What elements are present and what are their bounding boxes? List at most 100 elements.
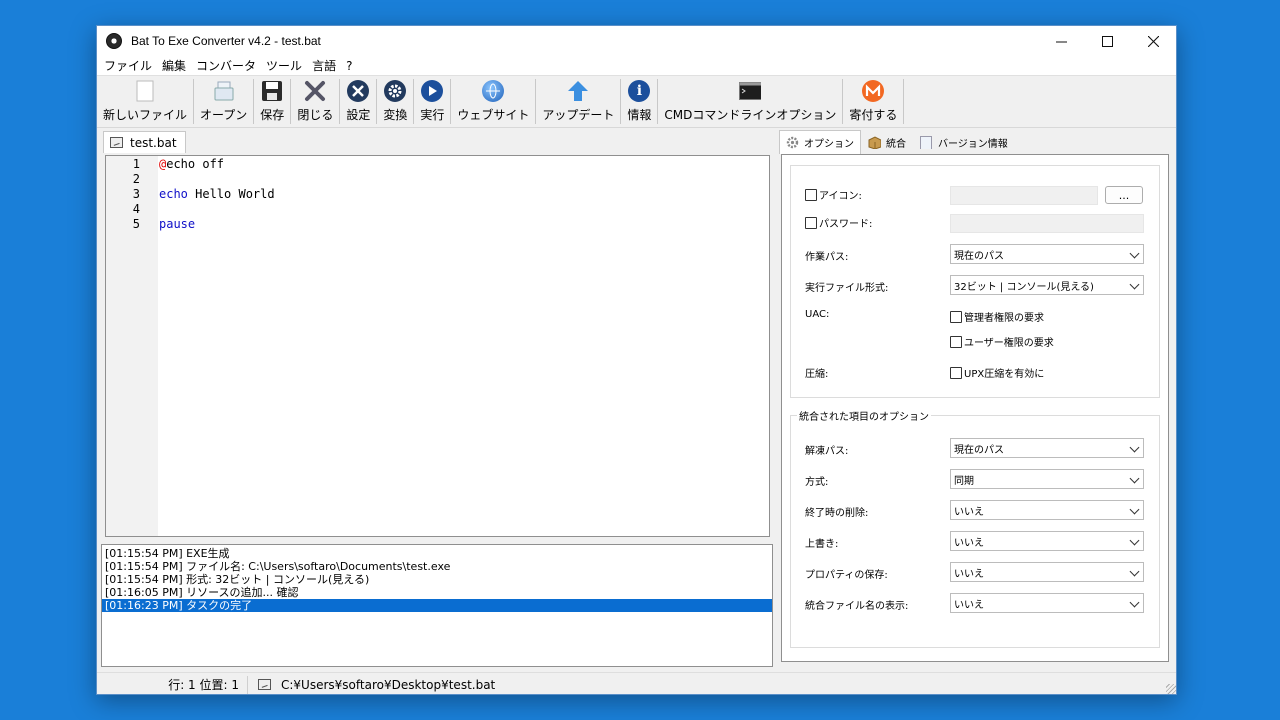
password-option[interactable]: パスワード: (805, 215, 872, 230)
delete-on-exit-label: 終了時の削除: (805, 508, 869, 519)
code-line[interactable]: pause (159, 217, 769, 232)
uac-user-label: ユーザー権限の要求 (964, 338, 1054, 349)
update-button[interactable]: アップデート (538, 76, 618, 127)
log-entry[interactable]: [01:15:54 PM] 形式: 32ビット | コンソール(見える) (102, 573, 772, 586)
toolbar-separator (620, 79, 622, 124)
minimize-button[interactable] (1038, 26, 1084, 56)
info-label: 情報 (627, 108, 652, 122)
monero-icon (862, 80, 885, 102)
chevron-down-icon (1129, 535, 1140, 546)
upx-checkbox[interactable] (950, 366, 962, 379)
tab-version-info[interactable]: バージョン情報 (913, 130, 1015, 154)
uac-admin-option[interactable]: 管理者権限の要求 (950, 309, 1044, 324)
overwrite-value: いいえ (954, 537, 984, 549)
code-area[interactable]: @echo off echo Hello World pause (158, 156, 769, 536)
terminal-icon (739, 80, 762, 102)
extract-path-label: 解凍パス: (805, 446, 849, 457)
menu-language[interactable]: 言語 (308, 57, 340, 74)
play-icon (421, 80, 444, 102)
status-separator (247, 675, 248, 694)
compress-label: 圧縮: (805, 369, 829, 380)
toolbar-separator (413, 79, 415, 124)
uac-admin-checkbox[interactable] (950, 310, 962, 323)
code-token: echo (159, 187, 188, 201)
convert-label: 変換 (383, 108, 408, 122)
save-button[interactable]: 保存 (256, 76, 288, 127)
log-entry[interactable]: [01:15:54 PM] ファイル名: C:\Users\softaro\Do… (102, 560, 772, 573)
tab-embed[interactable]: 統合 (861, 130, 913, 154)
tab-options-label: オプション (804, 139, 854, 150)
info-button[interactable]: i 情報 (623, 76, 655, 127)
exe-format-select[interactable]: 32ビット | コンソール(見える) (950, 275, 1144, 295)
menu-help[interactable]: ? (342, 59, 356, 73)
show-embedded-names-select[interactable]: いいえ (950, 593, 1144, 613)
output-log[interactable]: [01:15:54 PM] EXE生成 [01:15:54 PM] ファイル名: … (101, 544, 773, 667)
toolbar-separator (903, 79, 905, 124)
menu-edit[interactable]: 編集 (158, 57, 190, 74)
save-properties-select[interactable]: いいえ (950, 562, 1144, 582)
chevron-down-icon (1129, 248, 1140, 259)
close-file-button[interactable]: 閉じる (293, 76, 337, 127)
donate-button[interactable]: 寄付する (845, 76, 901, 127)
editor-tab-test-bat[interactable]: test.bat (103, 131, 186, 153)
upx-option[interactable]: UPX圧縮を有効に (950, 365, 1044, 380)
delete-on-exit-value: いいえ (954, 506, 984, 518)
status-bar: 行: 1 位置: 1 C:¥Users¥softaro¥Desktop¥test… (97, 672, 1176, 694)
delete-on-exit-select[interactable]: いいえ (950, 500, 1144, 520)
method-value: 同期 (954, 475, 974, 487)
update-label: アップデート (542, 108, 615, 122)
folder-icon (213, 80, 235, 102)
uac-user-option[interactable]: ユーザー権限の要求 (950, 334, 1054, 349)
tab-options[interactable]: オプション (779, 130, 861, 154)
line-number: 2 (132, 172, 140, 186)
website-button[interactable]: ウェブサイト (453, 76, 533, 127)
code-token: Hello World (187, 187, 275, 201)
maximize-button[interactable] (1084, 26, 1130, 56)
open-label: オープン (200, 108, 248, 122)
password-checkbox[interactable] (805, 216, 817, 229)
new-file-button[interactable]: 新しいファイル (99, 76, 191, 127)
status-file-path: C:¥Users¥softaro¥Desktop¥test.bat (254, 678, 495, 692)
menu-file[interactable]: ファイル (100, 57, 156, 74)
log-entry[interactable]: [01:16:23 PM] タスクの完了 (102, 599, 772, 612)
exe-format-value: 32ビット | コンソール(見える) (954, 281, 1094, 293)
uac-user-checkbox[interactable] (950, 335, 962, 348)
website-label: ウェブサイト (457, 108, 530, 122)
window-title: Bat To Exe Converter v4.2 - test.bat (131, 34, 321, 48)
editor-tab-label: test.bat (130, 135, 177, 150)
toolbar-separator (339, 79, 341, 124)
method-select[interactable]: 同期 (950, 469, 1144, 489)
close-window-button[interactable] (1130, 26, 1176, 56)
workdir-select[interactable]: 現在のパス (950, 244, 1144, 264)
convert-button[interactable]: 変換 (379, 76, 411, 127)
gear-icon (384, 80, 407, 102)
globe-icon (482, 80, 505, 102)
new-file-label: 新しいファイル (103, 108, 188, 122)
icon-option[interactable]: アイコン: (805, 187, 862, 202)
open-button[interactable]: オープン (196, 76, 251, 127)
icon-browse-button[interactable]: ... (1105, 186, 1143, 204)
resize-grip[interactable] (1166, 684, 1176, 694)
log-entry[interactable]: [01:16:05 PM] リソースの追加... 確認 (102, 586, 772, 599)
code-line[interactable]: echo Hello World (159, 187, 769, 202)
code-line[interactable]: @echo off (159, 157, 769, 172)
icon-checkbox[interactable] (805, 188, 817, 201)
save-label: 保存 (260, 108, 285, 122)
run-button[interactable]: 実行 (416, 76, 448, 127)
code-editor[interactable]: 12345 @echo off echo Hello World pause (105, 155, 770, 537)
code-line[interactable] (159, 172, 769, 187)
x-icon (304, 80, 326, 102)
cmd-options-button[interactable]: CMDコマンドラインオプション (660, 76, 840, 127)
log-entry[interactable]: [01:15:54 PM] EXE生成 (102, 547, 772, 560)
overwrite-select[interactable]: いいえ (950, 531, 1144, 551)
tools-icon (347, 80, 370, 102)
code-line[interactable] (159, 202, 769, 217)
menu-tools[interactable]: ツール (262, 57, 306, 74)
password-field (950, 214, 1144, 233)
code-token: pause (159, 217, 196, 231)
file-path-text: C:¥Users¥softaro¥Desktop¥test.bat (281, 677, 496, 692)
settings-button[interactable]: 設定 (342, 76, 374, 127)
extract-path-select[interactable]: 現在のパス (950, 438, 1144, 458)
toolbar-separator (253, 79, 255, 124)
menu-converter[interactable]: コンバータ (192, 57, 260, 74)
